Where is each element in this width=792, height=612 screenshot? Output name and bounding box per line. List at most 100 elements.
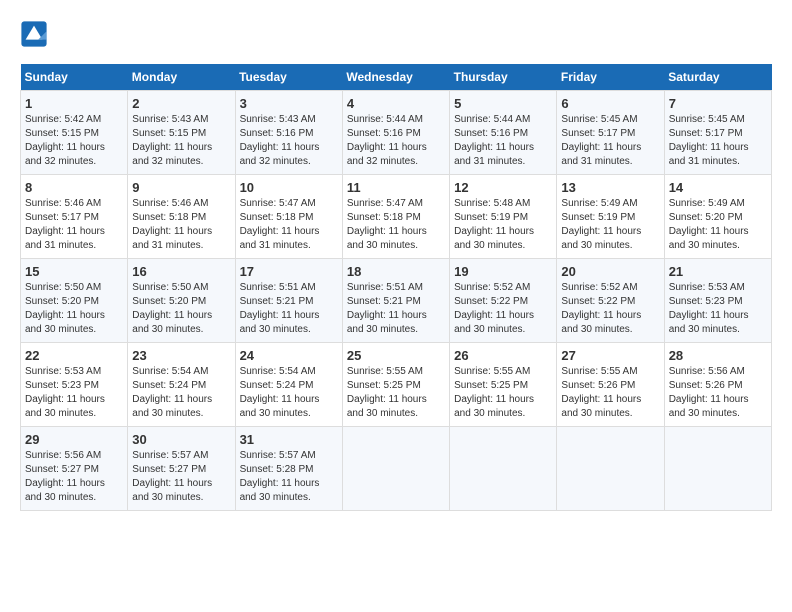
day-number: 20 xyxy=(561,264,659,279)
day-info: Sunrise: 5:55 AMSunset: 5:25 PMDaylight:… xyxy=(454,365,552,421)
day-number: 27 xyxy=(561,348,659,363)
day-info: Sunrise: 5:53 AMSunset: 5:23 PMDaylight:… xyxy=(25,365,123,421)
day-header-friday: Friday xyxy=(557,64,664,91)
calendar-row: 29 Sunrise: 5:56 AMSunset: 5:27 PMDayligh… xyxy=(21,427,772,511)
calendar-cell xyxy=(450,427,557,511)
calendar-row: 8 Sunrise: 5:46 AMSunset: 5:17 PMDaylight… xyxy=(21,175,772,259)
calendar-cell: 30Sunrise: 5:57 AMSunset: 5:27 PMDayligh… xyxy=(128,427,235,511)
day-info: Sunrise: 5:57 AMSunset: 5:28 PMDaylight:… xyxy=(240,449,338,505)
calendar-header-row: SundayMondayTuesdayWednesdayThursdayFrid… xyxy=(21,64,772,91)
calendar-cell: 18 Sunrise: 5:51 AMSunset: 5:21 PMDayligh… xyxy=(342,259,449,343)
day-number: 13 xyxy=(561,180,659,195)
day-info: Sunrise: 5:52 AMSunset: 5:22 PMDaylight:… xyxy=(561,281,659,337)
calendar-table: SundayMondayTuesdayWednesdayThursdayFrid… xyxy=(20,64,772,511)
calendar-cell: 8 Sunrise: 5:46 AMSunset: 5:17 PMDaylight… xyxy=(21,175,128,259)
day-info: Sunrise: 5:43 AMSunset: 5:16 PMDaylight:… xyxy=(240,113,338,169)
day-info: Sunrise: 5:45 AMSunset: 5:17 PMDaylight:… xyxy=(669,113,767,169)
day-number: 23 xyxy=(132,348,230,363)
day-number: 4 xyxy=(347,96,445,111)
day-number: 26 xyxy=(454,348,552,363)
logo xyxy=(20,20,52,48)
day-number: 11 xyxy=(347,180,445,195)
day-info: Sunrise: 5:49 AMSunset: 5:20 PMDaylight:… xyxy=(669,197,767,253)
day-info: Sunrise: 5:46 AMSunset: 5:17 PMDaylight:… xyxy=(25,197,123,253)
calendar-cell: 6Sunrise: 5:45 AMSunset: 5:17 PMDaylight… xyxy=(557,91,664,175)
calendar-cell: 31 Sunrise: 5:57 AMSunset: 5:28 PMDayligh… xyxy=(235,427,342,511)
day-number: 14 xyxy=(669,180,767,195)
day-number: 22 xyxy=(25,348,123,363)
day-header-thursday: Thursday xyxy=(450,64,557,91)
calendar-cell: 2 Sunrise: 5:43 AMSunset: 5:15 PMDaylight… xyxy=(128,91,235,175)
day-number: 3 xyxy=(240,96,338,111)
day-header-tuesday: Tuesday xyxy=(235,64,342,91)
calendar-cell: 29 Sunrise: 5:56 AMSunset: 5:27 PMDayligh… xyxy=(21,427,128,511)
calendar-cell: 11Sunrise: 5:47 AMSunset: 5:18 PMDayligh… xyxy=(342,175,449,259)
day-info: Sunrise: 5:50 AMSunset: 5:20 PMDaylight:… xyxy=(132,281,230,337)
day-number: 17 xyxy=(240,264,338,279)
day-header-wednesday: Wednesday xyxy=(342,64,449,91)
day-info: Sunrise: 5:51 AMSunset: 5:21 PMDaylight:… xyxy=(347,281,445,337)
calendar-cell: 7 Sunrise: 5:45 AMSunset: 5:17 PMDaylight… xyxy=(664,91,771,175)
day-number: 12 xyxy=(454,180,552,195)
day-info: Sunrise: 5:48 AMSunset: 5:19 PMDaylight:… xyxy=(454,197,552,253)
calendar-cell: 14 Sunrise: 5:49 AMSunset: 5:20 PMDayligh… xyxy=(664,175,771,259)
day-info: Sunrise: 5:42 AMSunset: 5:15 PMDaylight:… xyxy=(25,113,123,169)
day-number: 15 xyxy=(25,264,123,279)
calendar-cell: 21 Sunrise: 5:53 AMSunset: 5:23 PMDayligh… xyxy=(664,259,771,343)
calendar-cell: 13 Sunrise: 5:49 AMSunset: 5:19 PMDayligh… xyxy=(557,175,664,259)
day-number: 31 xyxy=(240,432,338,447)
day-number: 19 xyxy=(454,264,552,279)
day-info: Sunrise: 5:47 AMSunset: 5:18 PMDaylight:… xyxy=(240,197,338,253)
day-number: 30 xyxy=(132,432,230,447)
calendar-cell: 20 Sunrise: 5:52 AMSunset: 5:22 PMDayligh… xyxy=(557,259,664,343)
day-number: 5 xyxy=(454,96,552,111)
day-info: Sunrise: 5:56 AMSunset: 5:26 PMDaylight:… xyxy=(669,365,767,421)
calendar-cell: 23 Sunrise: 5:54 AMSunset: 5:24 PMDayligh… xyxy=(128,343,235,427)
calendar-cell: 15 Sunrise: 5:50 AMSunset: 5:20 PMDayligh… xyxy=(21,259,128,343)
calendar-cell xyxy=(557,427,664,511)
calendar-cell: 24Sunrise: 5:54 AMSunset: 5:24 PMDayligh… xyxy=(235,343,342,427)
calendar-cell xyxy=(342,427,449,511)
calendar-cell: 3 Sunrise: 5:43 AMSunset: 5:16 PMDaylight… xyxy=(235,91,342,175)
day-info: Sunrise: 5:44 AMSunset: 5:16 PMDaylight:… xyxy=(454,113,552,169)
calendar-cell: 16 Sunrise: 5:50 AMSunset: 5:20 PMDayligh… xyxy=(128,259,235,343)
day-number: 7 xyxy=(669,96,767,111)
day-info: Sunrise: 5:43 AMSunset: 5:15 PMDaylight:… xyxy=(132,113,230,169)
calendar-cell: 25 Sunrise: 5:55 AMSunset: 5:25 PMDayligh… xyxy=(342,343,449,427)
calendar-cell: 4Sunrise: 5:44 AMSunset: 5:16 PMDaylight… xyxy=(342,91,449,175)
day-info: Sunrise: 5:50 AMSunset: 5:20 PMDaylight:… xyxy=(25,281,123,337)
calendar-cell: 22 Sunrise: 5:53 AMSunset: 5:23 PMDayligh… xyxy=(21,343,128,427)
day-info: Sunrise: 5:49 AMSunset: 5:19 PMDaylight:… xyxy=(561,197,659,253)
day-number: 25 xyxy=(347,348,445,363)
calendar-cell: 27 Sunrise: 5:55 AMSunset: 5:26 PMDayligh… xyxy=(557,343,664,427)
day-header-saturday: Saturday xyxy=(664,64,771,91)
day-number: 21 xyxy=(669,264,767,279)
day-info: Sunrise: 5:51 AMSunset: 5:21 PMDaylight:… xyxy=(240,281,338,337)
day-info: Sunrise: 5:55 AMSunset: 5:26 PMDaylight:… xyxy=(561,365,659,421)
day-number: 9 xyxy=(132,180,230,195)
day-number: 18 xyxy=(347,264,445,279)
day-info: Sunrise: 5:56 AMSunset: 5:27 PMDaylight:… xyxy=(25,449,123,505)
day-number: 1 xyxy=(25,96,123,111)
day-number: 16 xyxy=(132,264,230,279)
header xyxy=(20,20,772,48)
day-info: Sunrise: 5:45 AMSunset: 5:17 PMDaylight:… xyxy=(561,113,659,169)
day-number: 2 xyxy=(132,96,230,111)
day-info: Sunrise: 5:52 AMSunset: 5:22 PMDaylight:… xyxy=(454,281,552,337)
day-number: 8 xyxy=(25,180,123,195)
calendar-row: 22 Sunrise: 5:53 AMSunset: 5:23 PMDayligh… xyxy=(21,343,772,427)
calendar-row: 15 Sunrise: 5:50 AMSunset: 5:20 PMDayligh… xyxy=(21,259,772,343)
calendar-cell: 28Sunrise: 5:56 AMSunset: 5:26 PMDayligh… xyxy=(664,343,771,427)
calendar-row: 1 Sunrise: 5:42 AMSunset: 5:15 PMDaylight… xyxy=(21,91,772,175)
calendar-cell xyxy=(664,427,771,511)
day-info: Sunrise: 5:54 AMSunset: 5:24 PMDaylight:… xyxy=(132,365,230,421)
calendar-cell: 26 Sunrise: 5:55 AMSunset: 5:25 PMDayligh… xyxy=(450,343,557,427)
day-header-sunday: Sunday xyxy=(21,64,128,91)
day-header-monday: Monday xyxy=(128,64,235,91)
day-info: Sunrise: 5:55 AMSunset: 5:25 PMDaylight:… xyxy=(347,365,445,421)
day-info: Sunrise: 5:53 AMSunset: 5:23 PMDaylight:… xyxy=(669,281,767,337)
logo-icon xyxy=(20,20,48,48)
day-number: 29 xyxy=(25,432,123,447)
calendar-cell: 19 Sunrise: 5:52 AMSunset: 5:22 PMDayligh… xyxy=(450,259,557,343)
calendar-cell: 9Sunrise: 5:46 AMSunset: 5:18 PMDaylight… xyxy=(128,175,235,259)
